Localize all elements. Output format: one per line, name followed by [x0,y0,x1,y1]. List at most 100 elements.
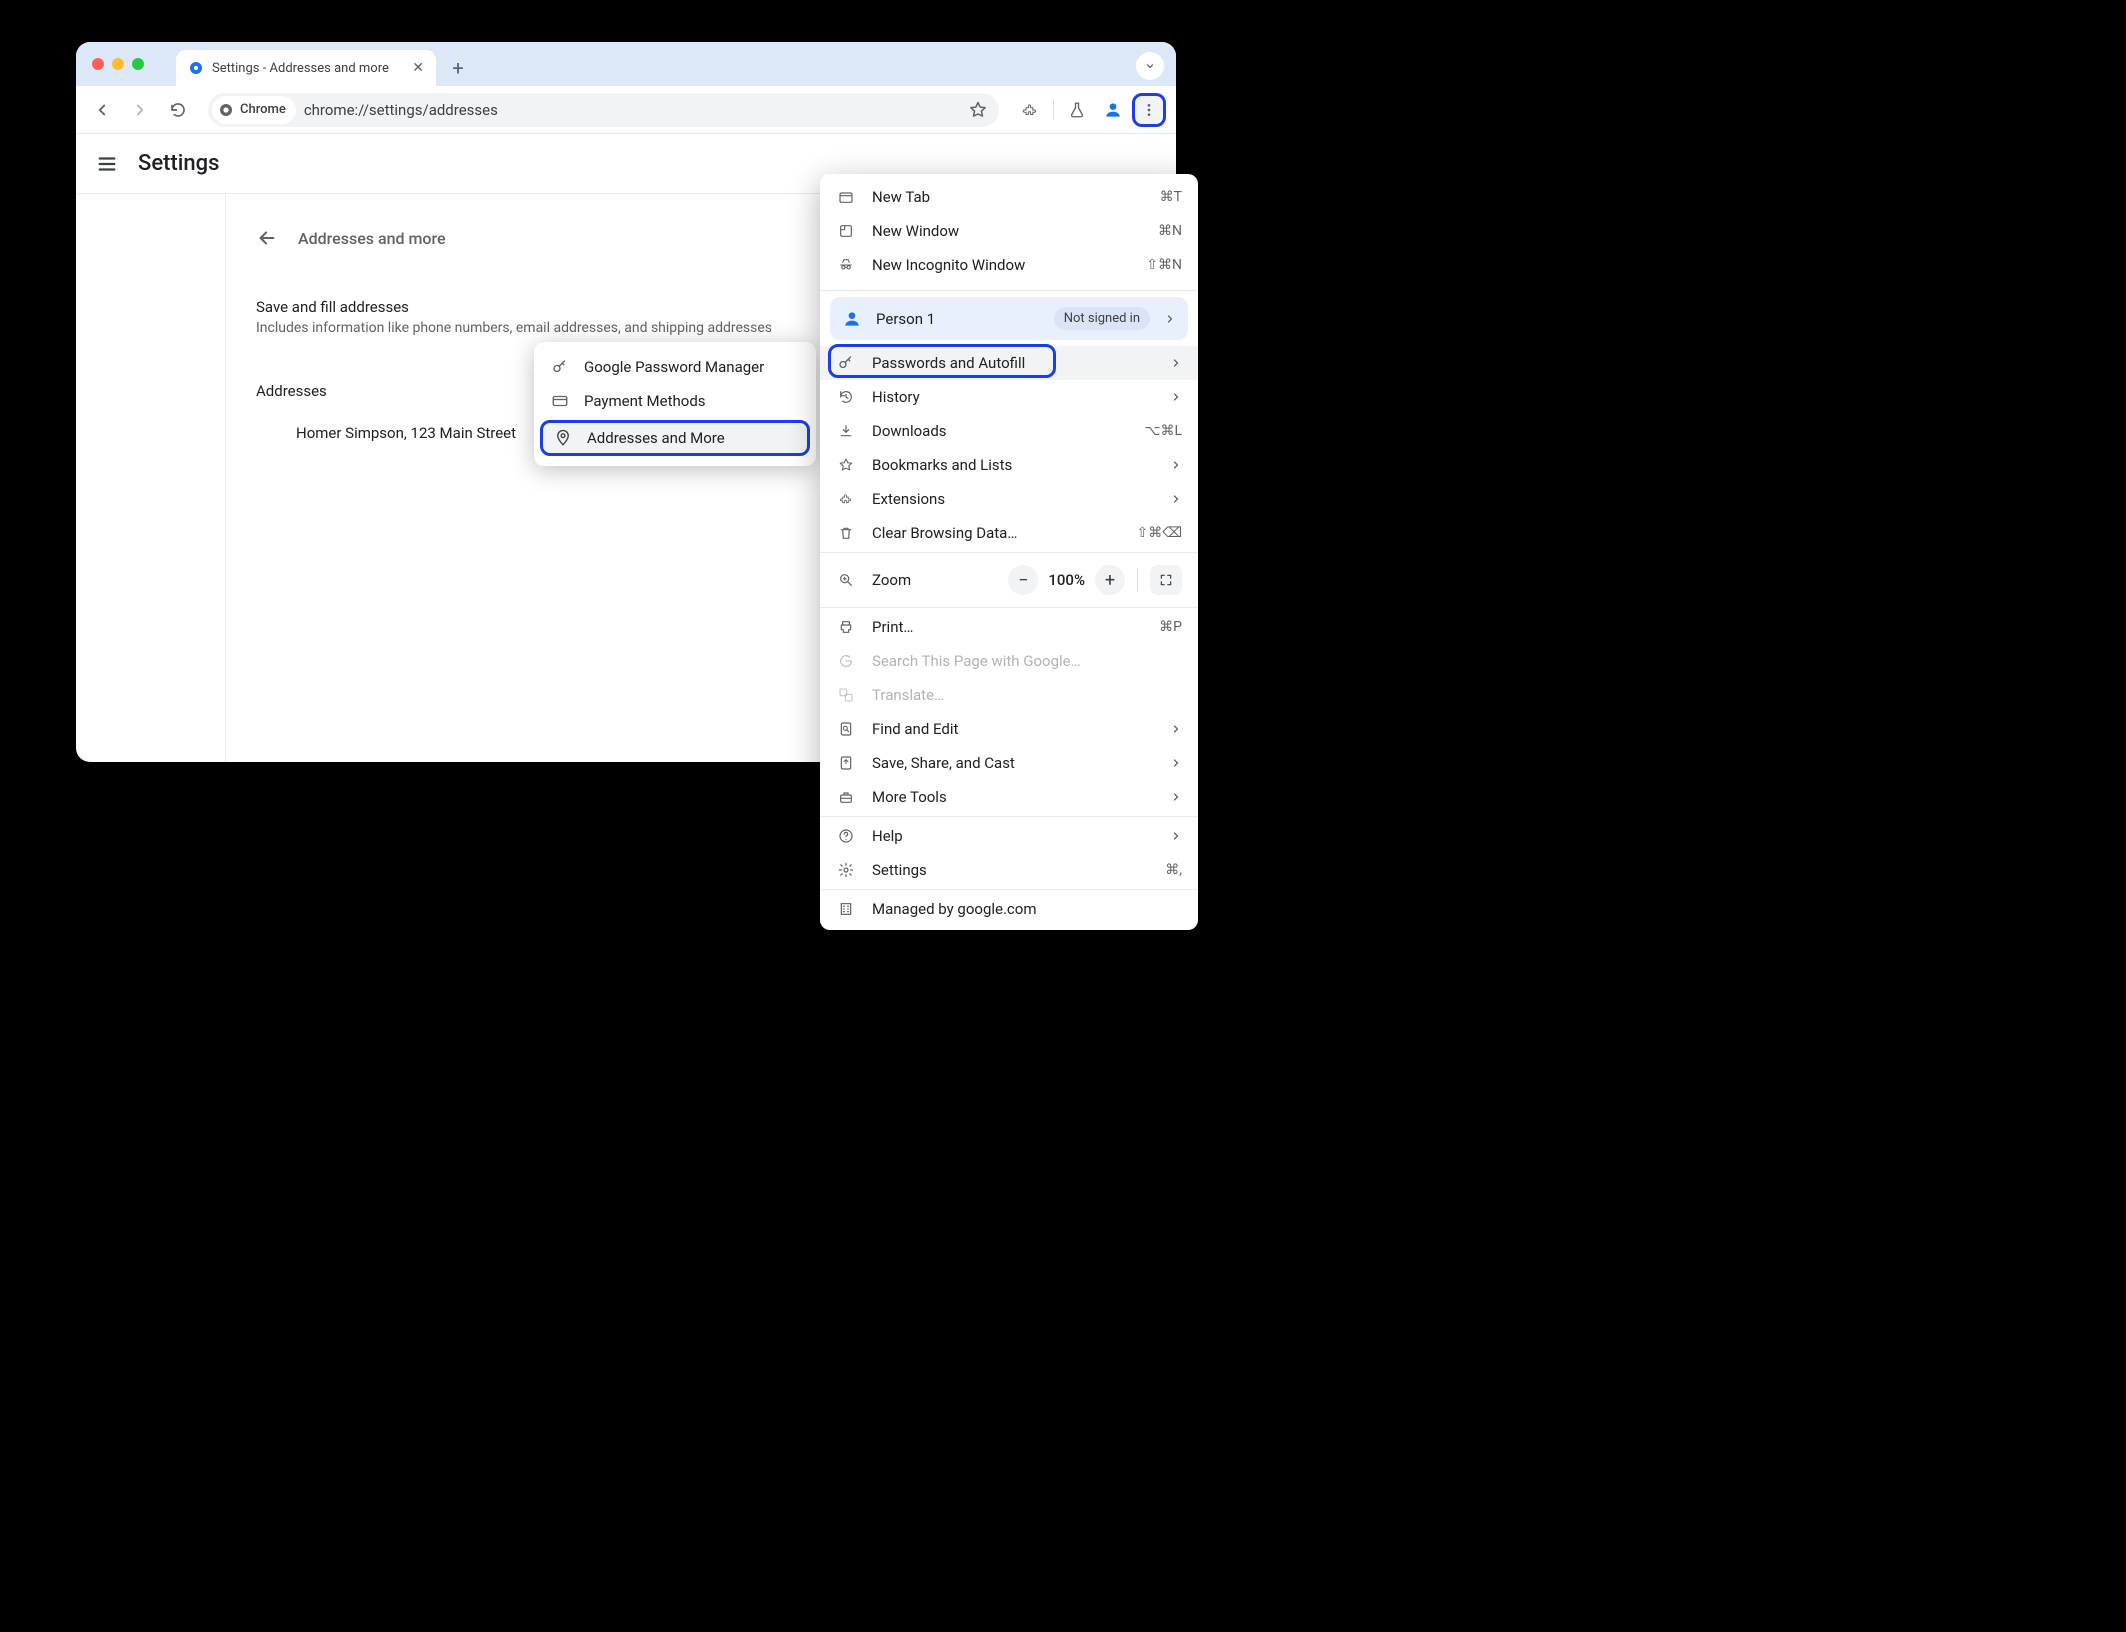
browser-tab[interactable]: Settings - Addresses and more ✕ [176,50,436,86]
download-icon [836,423,856,439]
menu-print[interactable]: Print… ⌘P [820,610,1198,644]
hamburger-menu-icon[interactable] [96,153,118,175]
menu-separator [820,607,1198,608]
building-icon [836,901,856,917]
chevron-right-icon [1170,830,1182,842]
menu-label: New Window [872,222,1142,240]
incognito-icon [836,257,856,273]
chevron-right-icon [1170,391,1182,403]
minimize-window-button[interactable] [112,58,124,70]
google-g-icon [836,653,856,669]
chevron-right-icon [1164,313,1176,325]
profile-badge: Not signed in [1054,307,1150,330]
zoom-out-button[interactable]: − [1008,565,1038,595]
menu-label: Settings [872,861,1149,879]
forward-button[interactable] [124,94,156,126]
help-icon [836,828,856,844]
tab-close-icon[interactable]: ✕ [412,60,424,76]
back-arrow-icon[interactable] [256,227,278,249]
submenu-password-manager[interactable]: Google Password Manager [534,350,816,384]
site-chip[interactable]: Chrome [212,96,296,124]
key-icon [836,354,856,372]
overflow-menu-button[interactable] [1132,93,1166,127]
menu-accelerator: ⌥⌘L [1144,423,1182,439]
menu-find[interactable]: Find and Edit [820,712,1198,746]
menu-accelerator: ⇧⌘⌫ [1136,525,1182,541]
menu-search-page: Search This Page with Google… [820,644,1198,678]
new-window-icon [836,223,856,239]
star-icon [836,457,856,473]
submenu-payment-methods[interactable]: Payment Methods [534,384,816,418]
menu-translate: Translate… [820,678,1198,712]
chevron-right-icon [1170,723,1182,735]
labs-flask-icon[interactable] [1060,93,1094,127]
subpage-title: Addresses and more [298,229,446,248]
address-bar[interactable]: Chrome chrome://settings/addresses [208,93,999,127]
location-pin-icon [553,429,573,447]
submenu-addresses[interactable]: Addresses and More [540,420,810,456]
tabs-list-button[interactable] [1136,52,1164,80]
menu-label: Downloads [872,422,1128,440]
menu-downloads[interactable]: Downloads ⌥⌘L [820,414,1198,448]
submenu-item-label: Google Password Manager [584,358,764,376]
app-title: Settings [138,151,219,176]
menu-separator [820,290,1198,291]
menu-label: Help [872,827,1154,845]
menu-label: Clear Browsing Data… [872,524,1120,542]
toolbar-actions [1013,93,1166,127]
menu-label: Translate… [872,686,1182,704]
zoom-in-button[interactable]: + [1095,565,1125,595]
menu-history[interactable]: History [820,380,1198,414]
menu-more-tools[interactable]: More Tools [820,780,1198,814]
puzzle-icon [836,491,856,507]
toolbar-divider [1053,100,1054,120]
menu-label: Find and Edit [872,720,1154,738]
menu-separator [820,552,1198,553]
menu-accelerator: ⌘T [1160,189,1182,205]
url-text: chrome://settings/addresses [304,101,953,119]
chevron-right-icon [1170,791,1182,803]
submenu-item-label: Addresses and More [587,429,725,447]
tab-title: Settings - Addresses and more [212,61,404,76]
fullscreen-button[interactable] [1150,565,1182,595]
menu-clear-data[interactable]: Clear Browsing Data… ⇧⌘⌫ [820,516,1198,550]
submenu-item-label: Payment Methods [584,392,706,410]
site-chip-label: Chrome [240,102,286,117]
key-icon [550,358,570,376]
menu-zoom-row: Zoom − 100% + [820,555,1198,605]
person-icon [842,309,862,329]
menu-bookmarks[interactable]: Bookmarks and Lists [820,448,1198,482]
zoom-value: 100% [1048,571,1085,589]
menu-label: Print… [872,618,1143,636]
back-button[interactable] [86,94,118,126]
zoom-divider [1137,568,1138,592]
menu-help[interactable]: Help [820,819,1198,853]
sidebar [76,194,226,762]
new-tab-button[interactable]: + [444,54,472,82]
menu-accelerator: ⌘, [1165,862,1182,878]
menu-label: Extensions [872,490,1154,508]
navigation-toolbar: Chrome chrome://settings/addresses [76,86,1176,134]
menu-passwords-autofill[interactable]: Passwords and Autofill [820,346,1198,380]
fullscreen-window-button[interactable] [132,58,144,70]
chevron-right-icon [1170,357,1182,369]
menu-extensions[interactable]: Extensions [820,482,1198,516]
menu-label: New Incognito Window [872,256,1130,274]
menu-label: More Tools [872,788,1154,806]
menu-profile-row[interactable]: Person 1 Not signed in [830,297,1188,340]
menu-new-window[interactable]: New Window ⌘N [820,214,1198,248]
profile-avatar-icon[interactable] [1096,93,1130,127]
menu-managed[interactable]: Managed by google.com [820,892,1198,926]
menu-new-tab[interactable]: New Tab ⌘T [820,180,1198,214]
browser-window: Settings - Addresses and more ✕ + Chrome… [76,42,1176,762]
extensions-puzzle-icon[interactable] [1013,93,1047,127]
menu-settings[interactable]: Settings ⌘, [820,853,1198,887]
menu-save-share[interactable]: Save, Share, and Cast [820,746,1198,780]
close-window-button[interactable] [92,58,104,70]
menu-incognito[interactable]: New Incognito Window ⇧⌘N [820,248,1198,282]
settings-gear-icon [188,60,204,76]
bookmark-star-icon[interactable] [961,93,995,127]
settings-gear-icon [836,862,856,878]
menu-label: Save, Share, and Cast [872,754,1154,772]
reload-button[interactable] [162,94,194,126]
